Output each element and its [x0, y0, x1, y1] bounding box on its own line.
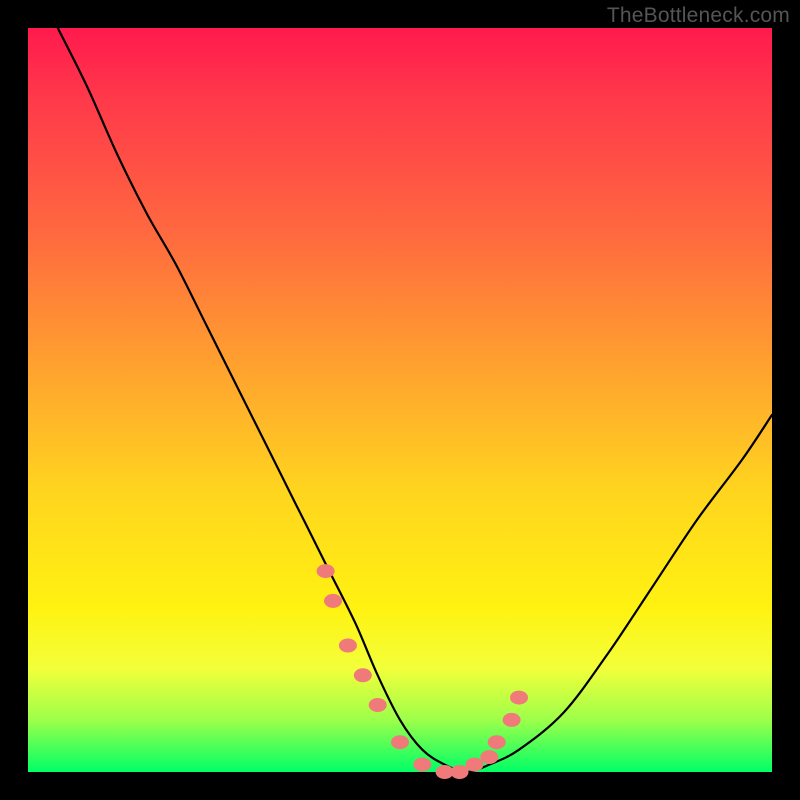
marker-point	[503, 713, 521, 727]
marker-point	[480, 750, 498, 764]
marker-point	[488, 735, 506, 749]
marker-point	[324, 594, 342, 608]
marker-point	[465, 758, 483, 772]
marker-point	[317, 564, 335, 578]
plot-area	[28, 28, 772, 772]
highlight-markers	[317, 564, 528, 779]
marker-point	[510, 691, 528, 705]
marker-point	[354, 668, 372, 682]
bottleneck-curve	[58, 28, 772, 772]
marker-point	[369, 698, 387, 712]
marker-point	[413, 758, 431, 772]
chart-frame: TheBottleneck.com	[0, 0, 800, 800]
chart-svg	[28, 28, 772, 772]
marker-point	[451, 765, 469, 779]
watermark-text: TheBottleneck.com	[607, 4, 790, 28]
marker-point	[339, 639, 357, 653]
marker-point	[391, 735, 409, 749]
